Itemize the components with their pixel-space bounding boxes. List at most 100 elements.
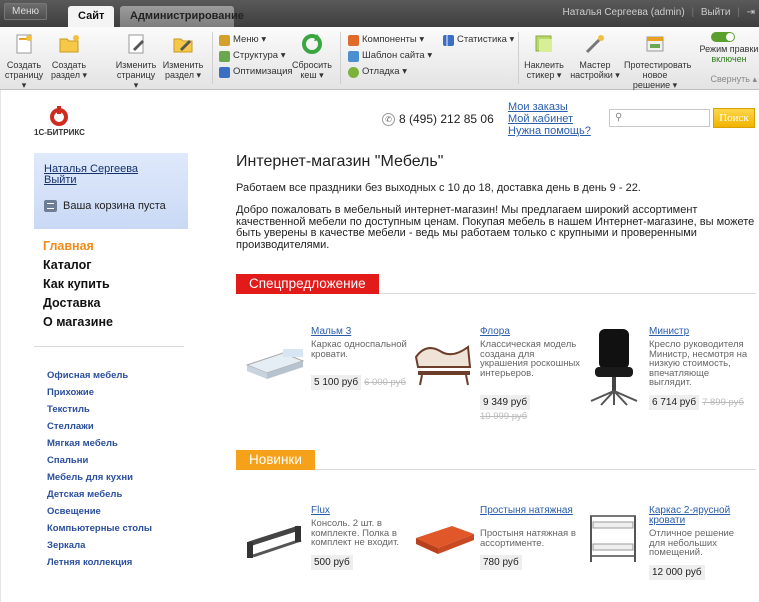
- nav-home[interactable]: Главная: [43, 237, 188, 256]
- price-row: 500 руб: [311, 555, 353, 570]
- nav-how-to-buy[interactable]: Как купить: [43, 275, 188, 294]
- product-card: Flux Консоль. 2 шт. в комплекте. Полка в…: [243, 506, 413, 602]
- admin-menu-button[interactable]: Меню: [4, 3, 48, 20]
- product-description: Классическая модель создана для украшени…: [480, 340, 581, 379]
- category-link[interactable]: Мебель для кухни: [47, 469, 188, 486]
- logout-link[interactable]: Выйти: [44, 175, 178, 186]
- console-image[interactable]: [243, 506, 307, 586]
- price-row: 6 714 руб 7 899 руб: [649, 395, 744, 410]
- bunk-bed-image[interactable]: [581, 506, 645, 586]
- help-link[interactable]: Нужна помощь?: [508, 125, 591, 137]
- edit-section-button[interactable]: Изменить раздел ▾: [161, 31, 205, 80]
- cart-info[interactable]: Ваша корзина пуста: [44, 200, 178, 212]
- reset-cache-button[interactable]: Сбросить кеш ▾: [290, 31, 334, 80]
- bitrix-logo-icon: [50, 106, 69, 126]
- office-chair-image[interactable]: [581, 327, 645, 407]
- category-link[interactable]: Стеллажи: [47, 418, 188, 435]
- category-link[interactable]: Спальни: [47, 452, 188, 469]
- category-link[interactable]: Прихожие: [47, 384, 188, 401]
- structure-dropdown[interactable]: Структура ▾: [219, 48, 293, 64]
- toolbar-separator: [340, 32, 341, 84]
- refresh-icon: [302, 34, 322, 54]
- magic-wand-icon: [585, 35, 604, 54]
- user-box: Наталья Сергеева Выйти Ваша корзина пуст…: [34, 153, 188, 229]
- pin-icon[interactable]: ⇥: [747, 7, 755, 18]
- template-dropdown[interactable]: Шаблон сайта ▾: [348, 48, 432, 64]
- debug-dropdown[interactable]: Отладка ▾: [348, 64, 432, 80]
- special-offer-label: Спецпредложение: [236, 274, 379, 294]
- menu-dropdown[interactable]: Меню ▾: [219, 32, 293, 48]
- category-link[interactable]: Компьютерные столы: [47, 520, 188, 537]
- product-name-link[interactable]: Флора: [480, 327, 580, 337]
- intro-welcome: Добро пожаловать в мебельный интернет-ма…: [236, 204, 755, 251]
- test-solution-button[interactable]: Протестировать новое решение ▾: [624, 31, 691, 90]
- bed-image[interactable]: [243, 327, 307, 407]
- product-card: Каркас 2-ярусной кровати Отличное решени…: [581, 506, 751, 602]
- left-edge-line: [0, 90, 1, 602]
- menu-icon: [219, 34, 230, 46]
- components-dropdown[interactable]: Компоненты ▾: [348, 32, 432, 48]
- admin-user-name[interactable]: Наталья Сергеева (admin): [562, 7, 684, 18]
- product-name-link[interactable]: Министр: [649, 327, 749, 337]
- toolbar-separator: [212, 32, 213, 84]
- category-nav: Офисная мебель Прихожие Текстиль Стеллаж…: [34, 367, 188, 571]
- seo-button[interactable]: Оптимизация: [219, 64, 293, 80]
- search-button[interactable]: Поиск: [713, 108, 755, 128]
- sofa-image[interactable]: [412, 327, 476, 407]
- edit-page-button[interactable]: Изменить страницу ▾: [114, 31, 158, 90]
- product-card: Мальм 3 Каркас односпальной кровати. 5 1…: [243, 327, 413, 437]
- collapse-toolbar-button[interactable]: Свернуть ▴: [711, 74, 758, 85]
- product-name-link[interactable]: Каркас 2-ярусной кровати: [649, 506, 749, 526]
- structure-icon: [219, 50, 230, 62]
- product-name-link[interactable]: Flux: [311, 506, 411, 516]
- price-row: 9 349 руб 10 999 руб: [480, 395, 531, 422]
- product-name-link[interactable]: Простыня натяжная: [480, 506, 580, 516]
- admin-logout-link[interactable]: Выйти: [701, 7, 731, 18]
- my-orders-link[interactable]: Мои заказы: [508, 101, 591, 113]
- sheet-image[interactable]: [412, 506, 476, 586]
- product-price: 5 100 руб: [311, 375, 362, 390]
- toolbar-separator: [518, 32, 519, 84]
- nav-delivery[interactable]: Доставка: [43, 294, 188, 313]
- edit-folder-icon: [173, 38, 193, 53]
- nav-catalog[interactable]: Каталог: [43, 256, 188, 275]
- wizard-button[interactable]: Мастер настройки ▾: [570, 31, 620, 80]
- sticker-button[interactable]: Наклеить стикер ▾: [522, 31, 566, 80]
- new-folder-icon: [59, 35, 79, 53]
- main-content: Интернет-магазин "Мебель" Работаем все п…: [236, 153, 756, 251]
- separator: |: [691, 7, 695, 18]
- category-link[interactable]: Освещение: [47, 503, 188, 520]
- price-row: 5 100 руб 6 000 руб: [311, 375, 406, 390]
- phone-number: ✆ 8 (495) 212 85 06: [382, 112, 494, 126]
- category-link[interactable]: Детская мебель: [47, 486, 188, 503]
- category-link[interactable]: Зеркала: [47, 537, 188, 554]
- category-link[interactable]: Летняя коллекция: [47, 554, 188, 571]
- product-name-link[interactable]: Мальм 3: [311, 327, 411, 337]
- nav-about[interactable]: О магазине: [43, 313, 188, 332]
- site-logo[interactable]: 1С-БИТРИКС: [34, 106, 85, 137]
- tab-site[interactable]: Сайт: [68, 6, 114, 27]
- product-description: Кресло руководителя Министр, несмотря на…: [649, 340, 748, 388]
- toolbar-components-list: Компоненты ▾ Шаблон сайта ▾ Отладка ▾: [348, 32, 432, 80]
- search-input[interactable]: [628, 111, 708, 125]
- intro-hours: Работаем все праздники без выходных с 10…: [236, 182, 641, 194]
- old-price: 6 000 руб: [364, 377, 406, 388]
- edit-mode-toggle[interactable]: [711, 32, 735, 42]
- create-page-button[interactable]: Создать страницу ▾: [2, 31, 46, 90]
- my-account-link[interactable]: Мой кабинет: [508, 113, 591, 125]
- phone-icon: ✆: [382, 112, 395, 126]
- category-link[interactable]: Офисная мебель: [47, 367, 188, 384]
- product-description: Простыня натяжная в ассортименте.: [480, 528, 576, 549]
- cart-icon: [44, 200, 57, 212]
- product-description: Консоль. 2 шт. в комплекте. Полка в комп…: [311, 518, 400, 548]
- product-description: Отличное решение для небольших помещений…: [649, 528, 735, 558]
- special-offer-header: Спецпредложение: [236, 274, 756, 294]
- components-icon: [348, 34, 359, 46]
- tab-administration[interactable]: Администрирование: [120, 6, 244, 27]
- statistics-dropdown[interactable]: Статистика ▾: [443, 32, 514, 48]
- separator: |: [737, 7, 740, 18]
- search-box: ⚲: [609, 109, 710, 127]
- category-link[interactable]: Мягкая мебель: [47, 435, 188, 452]
- category-link[interactable]: Текстиль: [47, 401, 188, 418]
- create-section-button[interactable]: Создать раздел ▾: [47, 31, 91, 80]
